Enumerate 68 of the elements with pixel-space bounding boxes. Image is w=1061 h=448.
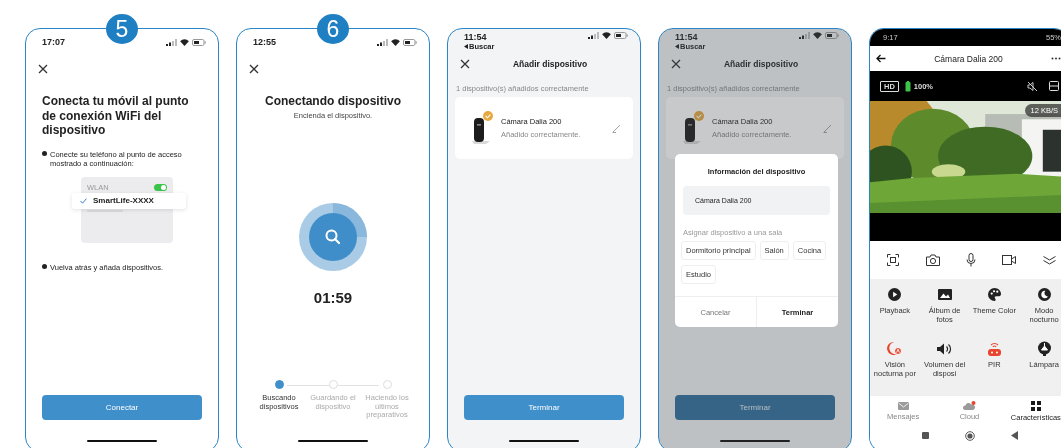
screenshot-icon[interactable] <box>887 254 900 266</box>
back-icon[interactable] <box>1010 431 1018 440</box>
back-triangle-icon <box>464 44 468 49</box>
home-indicator <box>509 439 579 442</box>
battery-icon <box>614 32 628 39</box>
countdown-timer: 01:59 <box>312 289 354 306</box>
battery-icon <box>403 38 417 46</box>
signal-icon <box>799 32 810 39</box>
connect-button[interactable]: Conectar <box>42 394 202 420</box>
screen-title: Conectando dispositivo <box>264 94 402 108</box>
screen-title: Cámara Dalia 200 <box>933 53 1004 64</box>
back-arrow-icon[interactable] <box>876 54 886 63</box>
finish-button[interactable]: Terminar <box>675 394 835 420</box>
close-icon[interactable] <box>249 64 259 74</box>
status-time: 17:07 <box>42 37 66 47</box>
scanning-ring-drawing <box>298 202 368 272</box>
network-item[interactable]: SmartLife-XXXX <box>72 192 186 209</box>
more-icon[interactable] <box>1051 57 1061 60</box>
screen-title: Conecta tu móvil al punto de conexión WiFi del dispositivo <box>42 94 190 138</box>
wifi-icon <box>813 32 822 39</box>
back-triangle-icon <box>675 44 679 49</box>
home-indicator <box>298 439 368 442</box>
screen-title: Añadir dispositivo <box>722 59 800 69</box>
check-icon <box>80 197 87 204</box>
mute-icon[interactable] <box>1027 80 1038 92</box>
home-button-icon[interactable] <box>964 430 975 441</box>
wifi-icon <box>602 32 611 39</box>
envelope-icon <box>897 401 909 410</box>
grid-icon <box>1030 400 1041 411</box>
wlan-toggle[interactable] <box>154 183 167 191</box>
home-indicator <box>87 439 157 442</box>
recents-icon[interactable] <box>921 432 929 439</box>
moon-icon <box>1037 288 1051 301</box>
network-name: SmartLife-XXXX <box>93 196 154 205</box>
night-vision-icon <box>887 342 903 355</box>
battery-icon <box>192 38 206 46</box>
video-camera-icon[interactable] <box>1002 255 1017 265</box>
motion-sensor-icon <box>986 341 1002 356</box>
signal-icon <box>166 38 177 46</box>
bullet-icon <box>42 151 47 156</box>
close-icon[interactable] <box>460 59 470 69</box>
close-icon[interactable] <box>38 64 48 74</box>
step-number-badge: 6 <box>317 14 349 44</box>
lamp-icon <box>1037 341 1051 356</box>
close-icon[interactable] <box>671 59 681 69</box>
screen-title: Añadir dispositivo <box>511 59 589 69</box>
status-time: 12:55 <box>253 37 277 47</box>
wifi-icon <box>180 38 189 46</box>
image-icon <box>937 289 952 300</box>
home-indicator <box>720 439 790 442</box>
camera-icon[interactable] <box>925 254 940 266</box>
layout-icon[interactable] <box>1049 81 1059 91</box>
signal-icon <box>377 38 388 46</box>
play-icon <box>888 288 902 301</box>
cloud-icon <box>963 401 976 410</box>
microphone-icon[interactable] <box>965 253 976 267</box>
wifi-icon <box>391 38 400 46</box>
status-time: 11:54 <box>675 32 699 42</box>
battery-icon <box>904 80 911 92</box>
palette-icon <box>987 288 1001 301</box>
battery-icon <box>825 32 839 39</box>
finish-button[interactable]: Terminar <box>464 394 624 420</box>
step-number-badge: 5 <box>106 14 138 44</box>
status-time: 11:54 <box>464 32 488 42</box>
expand-chevrons-icon[interactable] <box>1042 255 1056 265</box>
signal-icon <box>588 32 599 39</box>
speaker-icon <box>937 342 953 355</box>
bullet-icon <box>42 264 47 269</box>
